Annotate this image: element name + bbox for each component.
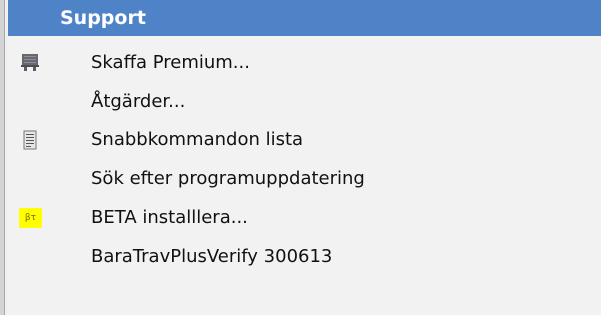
menu-item-label: Åtgärder... [91, 91, 186, 112]
menu-item-skaffa-premium[interactable]: Skaffa Premium... [8, 43, 601, 82]
list-icon [18, 128, 42, 152]
menu-item-atgarder[interactable]: Åtgärder... [8, 82, 601, 121]
menu-item-baratravplusverify[interactable]: BaraTravPlusVerify 300613 [8, 237, 601, 276]
support-menu: Support Skaffa Premium... Åtgärder... Sn… [8, 0, 601, 315]
left-border [0, 0, 5, 315]
menu-item-label: BETA installlera... [91, 207, 248, 228]
menu-title: Support [60, 7, 146, 29]
menu-item-beta-installera[interactable]: βτ BETA installlera... [8, 198, 601, 237]
menu-item-label: Sök efter programuppdatering [91, 168, 365, 189]
cart-icon [18, 51, 42, 75]
menu-item-snabbkommandon-lista[interactable]: Snabbkommandon lista [8, 120, 601, 159]
menu-item-label: BaraTravPlusVerify 300613 [91, 246, 333, 267]
beta-icon: βτ [19, 208, 42, 228]
menu-item-sok-efter-programuppdatering[interactable]: Sök efter programuppdatering [8, 159, 601, 198]
menu-item-label: Snabbkommandon lista [91, 129, 304, 150]
menu-item-label: Skaffa Premium... [91, 52, 250, 73]
menu-header: Support [8, 0, 601, 36]
support-menu-screen: Support Skaffa Premium... Åtgärder... Sn… [0, 0, 601, 315]
